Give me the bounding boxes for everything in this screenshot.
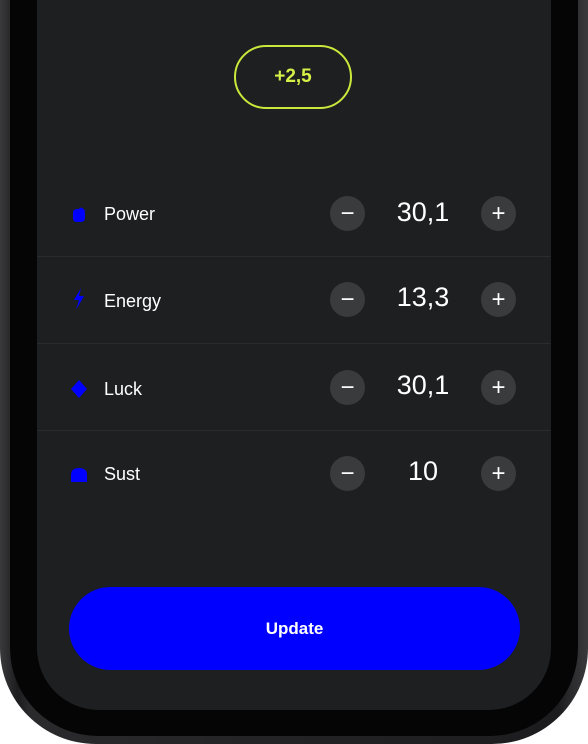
- increment-power-button[interactable]: +: [481, 196, 516, 231]
- app-screen: +2,5 Power − 30,1 + Energy − 13,3 + Luck…: [37, 0, 551, 710]
- stat-value: 30,1: [396, 370, 450, 400]
- fist-icon: [70, 206, 88, 224]
- decrement-sust-button[interactable]: −: [330, 456, 365, 491]
- stat-label: Sust: [104, 464, 141, 484]
- increment-luck-button[interactable]: +: [481, 370, 516, 405]
- stat-label: Energy: [104, 291, 162, 311]
- stat-row-power: Power − 30,1 +: [37, 170, 551, 256]
- bonus-badge: +2,5: [234, 45, 352, 109]
- decrement-energy-button[interactable]: −: [330, 282, 365, 317]
- stat-value: 10: [407, 456, 439, 486]
- decrement-luck-button[interactable]: −: [330, 370, 365, 405]
- decrement-power-button[interactable]: −: [330, 196, 365, 231]
- stat-row-energy: Energy − 13,3 +: [37, 256, 551, 342]
- stat-value: 13,3: [396, 282, 450, 312]
- update-button[interactable]: Update: [69, 587, 520, 670]
- increment-energy-button[interactable]: +: [481, 282, 516, 317]
- shield-icon: [70, 466, 88, 484]
- stat-label: Luck: [104, 379, 143, 399]
- stat-value: 30,1: [396, 197, 450, 227]
- stat-row-luck: Luck − 30,1 +: [37, 343, 551, 429]
- increment-sust-button[interactable]: +: [481, 456, 516, 491]
- stat-label: Power: [104, 204, 156, 224]
- diamond-icon: [70, 380, 88, 398]
- lightning-icon: [70, 288, 88, 310]
- stat-row-sust: Sust − 10 +: [37, 430, 551, 516]
